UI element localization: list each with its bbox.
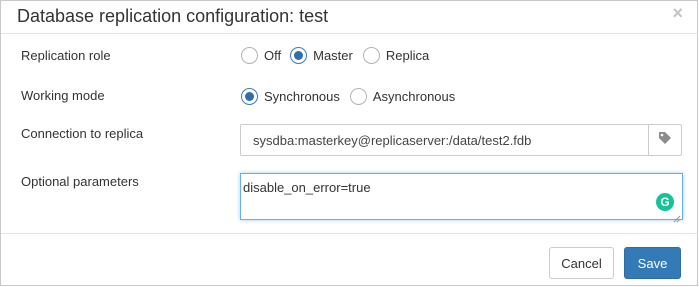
close-icon[interactable]: × bbox=[672, 4, 683, 22]
radio-circle-icon bbox=[349, 88, 367, 105]
dialog-header: Database replication configuration: test… bbox=[1, 1, 698, 34]
dialog-title: Database replication configuration: test bbox=[17, 6, 329, 26]
radio-circle-icon bbox=[241, 47, 258, 64]
tag-icon bbox=[658, 131, 672, 150]
tag-addon-button[interactable] bbox=[648, 125, 681, 155]
radio-checked-icon bbox=[290, 47, 308, 64]
replication-dialog: Database replication configuration: test… bbox=[0, 0, 698, 286]
connection-value[interactable]: sysdba:masterkey@replicaserver:/data/tes… bbox=[241, 133, 648, 148]
radio-circle-icon bbox=[362, 47, 380, 64]
cancel-button[interactable]: Cancel bbox=[549, 247, 614, 279]
radio-role-master[interactable]: Master bbox=[290, 47, 353, 64]
radio-mode-asynchronous-label: Asynchronous bbox=[372, 89, 456, 104]
radio-mode-synchronous-label: Synchronous bbox=[264, 89, 340, 104]
connection-input[interactable]: sysdba:masterkey@replicaserver:/data/tes… bbox=[240, 124, 682, 156]
working-mode-label: Working mode bbox=[21, 88, 105, 103]
radio-mode-synchronous[interactable]: Synchronous bbox=[241, 88, 340, 105]
replication-role-label: Replication role bbox=[21, 48, 111, 63]
radio-role-off-label: Off bbox=[264, 48, 282, 63]
radio-role-replica-label: Replica bbox=[385, 48, 430, 63]
replication-role-radio-group: Off Master Replica bbox=[241, 47, 437, 64]
working-mode-radio-group: Synchronous Asynchronous bbox=[241, 88, 463, 105]
radio-mode-asynchronous[interactable]: Asynchronous bbox=[349, 88, 456, 105]
footer-divider bbox=[1, 233, 698, 234]
radio-role-replica[interactable]: Replica bbox=[362, 47, 430, 64]
grammarly-icon[interactable]: G bbox=[656, 193, 674, 211]
optional-parameters-textarea[interactable]: disable_on_error=true G bbox=[240, 173, 683, 223]
radio-role-master-label: Master bbox=[313, 48, 353, 63]
save-button[interactable]: Save bbox=[624, 247, 681, 279]
connection-label: Connection to replica bbox=[21, 126, 144, 141]
radio-role-off[interactable]: Off bbox=[241, 47, 281, 64]
resize-grip-icon[interactable] bbox=[673, 210, 681, 223]
optional-parameters-value: disable_on_error=true bbox=[243, 180, 371, 195]
optional-parameters-label: Optional parameters bbox=[21, 174, 139, 189]
radio-checked-icon bbox=[241, 88, 258, 105]
